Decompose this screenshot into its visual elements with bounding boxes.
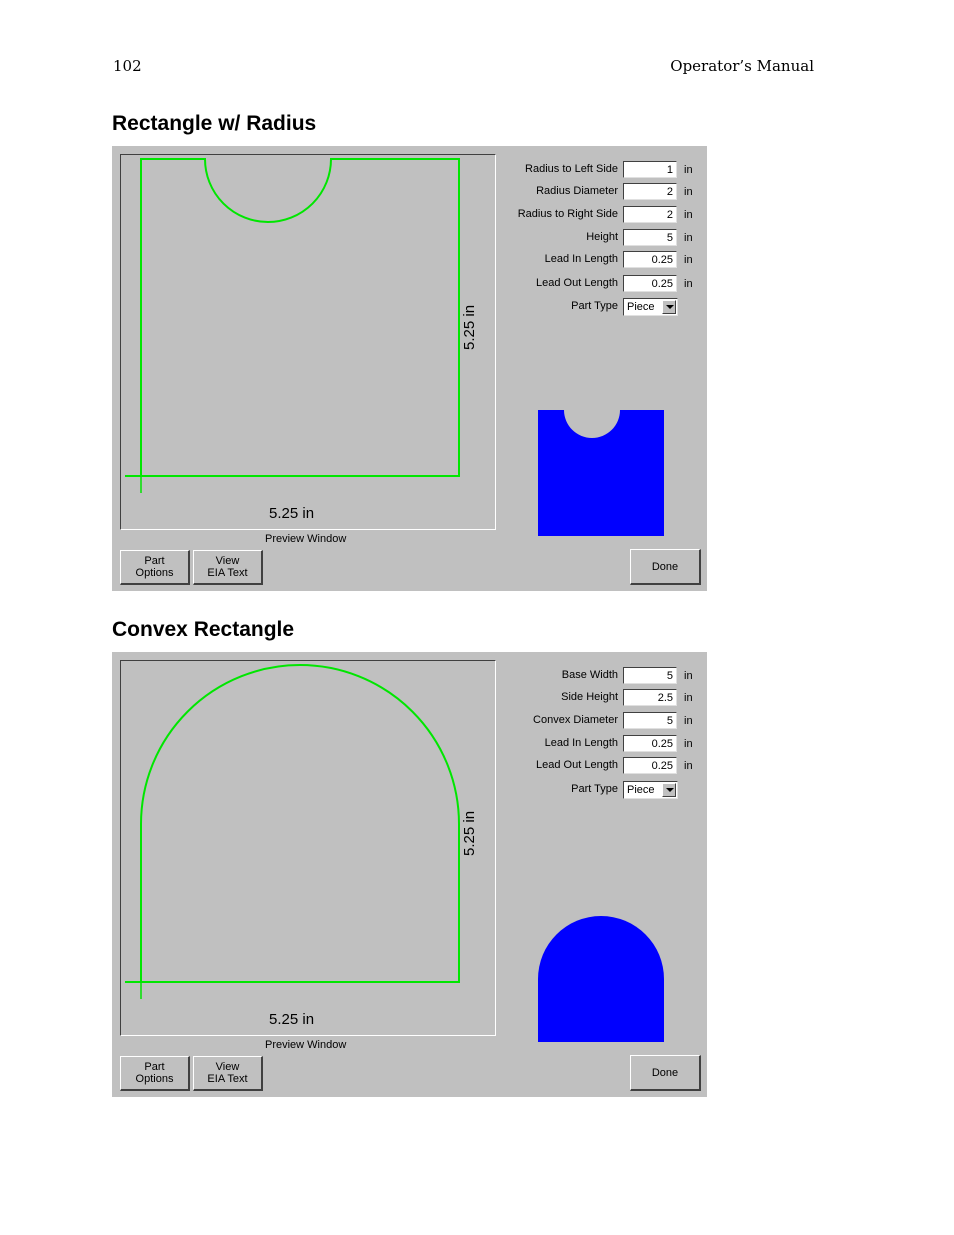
manual-title: Operator’s Manual	[670, 57, 814, 75]
radius-diameter-input[interactable]: 2	[623, 183, 677, 200]
field-radius-to-left-side: Radius to Left Side 1 in	[492, 161, 707, 179]
unit-label: in	[684, 692, 693, 704]
lead-out-length-input[interactable]: 0.25	[623, 757, 677, 774]
field-label: Height	[586, 231, 618, 243]
unit-label: in	[684, 209, 693, 221]
part-type-select[interactable]: Piece	[623, 298, 678, 316]
side-height-input[interactable]: 2.5	[623, 689, 677, 706]
lead-out-length-input[interactable]: 0.25	[623, 275, 677, 292]
convex-rectangle-dialog: 5.25 in 5.25 in Preview Window Base Widt…	[112, 652, 707, 1097]
view-eia-text-button[interactable]: View EIA Text	[193, 1056, 263, 1091]
toolpath-drawing	[125, 158, 460, 493]
preview-window: 5.25 in 5.25 in	[120, 154, 496, 530]
field-radius-to-right-side: Radius to Right Side 2 in	[492, 206, 707, 224]
part-options-button[interactable]: Part Options	[120, 1056, 190, 1091]
part-shape	[538, 916, 664, 1042]
lead-in-length-input[interactable]: 0.25	[623, 251, 677, 268]
field-lead-out-length: Lead Out Length 0.25 in	[492, 275, 707, 293]
chevron-down-icon[interactable]	[662, 783, 676, 797]
part-type-value: Piece	[627, 784, 655, 796]
section-title-convex-rectangle: Convex Rectangle	[112, 618, 295, 641]
field-base-width: Base Width 5 in	[492, 667, 707, 685]
button-label: Options	[135, 1073, 174, 1085]
button-label: Done	[651, 1066, 679, 1079]
field-side-height: Side Height 2.5 in	[492, 689, 707, 707]
button-label: Part	[144, 1061, 165, 1073]
preview-window: 5.25 in 5.25 in	[120, 660, 496, 1036]
unit-label: in	[684, 164, 693, 176]
field-label: Radius to Left Side	[525, 163, 618, 175]
field-label: Side Height	[561, 691, 618, 703]
done-button[interactable]: Done	[630, 549, 701, 585]
part-type-select[interactable]: Piece	[623, 781, 678, 799]
unit-label: in	[684, 278, 693, 290]
toolpath-drawing	[125, 664, 460, 999]
toolpath-outline	[125, 158, 460, 477]
toolpath-outline	[125, 664, 460, 983]
field-lead-in-length: Lead In Length 0.25 in	[492, 251, 707, 269]
base-width-input[interactable]: 5	[623, 667, 677, 684]
rectangle-radius-dialog: 5.25 in 5.25 in Preview Window Radius to…	[112, 146, 707, 591]
unit-label: in	[684, 232, 693, 244]
button-label: EIA Text	[207, 567, 248, 579]
unit-label: in	[684, 760, 693, 772]
view-eia-text-button[interactable]: View EIA Text	[193, 550, 263, 585]
button-label: EIA Text	[207, 1073, 248, 1085]
convex-diameter-input[interactable]: 5	[623, 712, 677, 729]
unit-label: in	[684, 670, 693, 682]
field-label: Lead In Length	[544, 737, 618, 749]
radius-to-left-side-input[interactable]: 1	[623, 161, 677, 178]
field-label: Radius to Right Side	[517, 208, 618, 220]
button-label: Part	[144, 555, 165, 567]
field-label: Base Width	[561, 669, 618, 681]
chevron-down-icon[interactable]	[662, 300, 676, 314]
lead-in-length-input[interactable]: 0.25	[623, 735, 677, 752]
unit-label: in	[684, 738, 693, 750]
field-label: Lead Out Length	[536, 759, 618, 771]
field-label: Lead Out Length	[536, 277, 618, 289]
preview-window-label: Preview Window	[265, 533, 347, 545]
done-button[interactable]: Done	[630, 1055, 701, 1091]
field-lead-out-length: Lead Out Length 0.25 in	[492, 757, 707, 775]
radius-to-right-side-input[interactable]: 2	[623, 206, 677, 223]
field-part-type: Part Type Piece	[492, 781, 707, 799]
width-dimension-label: 5.25 in	[269, 1011, 315, 1028]
width-dimension-label: 5.25 in	[269, 505, 315, 522]
height-input[interactable]: 5	[623, 229, 677, 246]
height-dimension-label: 5.25 in	[461, 810, 478, 856]
part-preview-thumbnail	[538, 916, 664, 1042]
field-label: Part Type	[571, 300, 618, 312]
field-convex-diameter: Convex Diameter 5 in	[492, 712, 707, 730]
field-label: Radius Diameter	[536, 185, 618, 197]
part-preview-thumbnail	[538, 410, 664, 536]
part-shape	[538, 410, 664, 536]
button-label: Done	[651, 560, 679, 573]
unit-label: in	[684, 186, 693, 198]
button-label: View	[215, 555, 240, 567]
height-dimension-label: 5.25 in	[461, 304, 478, 350]
field-label: Convex Diameter	[533, 714, 618, 726]
field-height: Height 5 in	[492, 229, 707, 247]
field-part-type: Part Type Piece	[492, 298, 707, 316]
field-label: Part Type	[571, 783, 618, 795]
button-label: View	[215, 1061, 240, 1073]
unit-label: in	[684, 715, 693, 727]
page-number: 102	[113, 57, 142, 75]
unit-label: in	[684, 254, 693, 266]
field-lead-in-length: Lead In Length 0.25 in	[492, 735, 707, 753]
part-options-button[interactable]: Part Options	[120, 550, 190, 585]
section-title-rectangle-radius: Rectangle w/ Radius	[112, 112, 317, 135]
button-label: Options	[135, 567, 174, 579]
field-radius-diameter: Radius Diameter 2 in	[492, 183, 707, 201]
preview-window-label: Preview Window	[265, 1039, 347, 1051]
field-label: Lead In Length	[544, 253, 618, 265]
part-type-value: Piece	[627, 301, 655, 313]
